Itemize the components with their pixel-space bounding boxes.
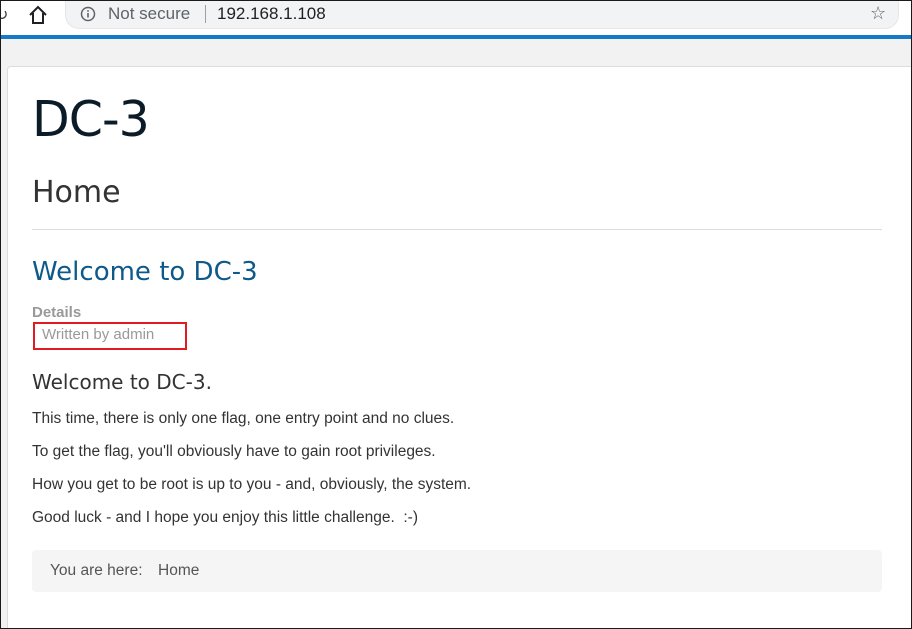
breadcrumb: You are here: Home [32, 550, 882, 592]
article-paragraph: To get the flag, you'll obviously have t… [32, 443, 436, 460]
home-icon[interactable] [27, 5, 49, 25]
address-bar-divider [205, 5, 206, 23]
address-bar[interactable]: Not secure 192.168.1.108 ☆ [65, 1, 899, 29]
article-author: Written by admin [42, 326, 155, 343]
url-text[interactable]: 192.168.1.108 [217, 4, 326, 24]
browser-toolbar: ↻ Not secure 192.168.1.108 ☆ [1, 1, 911, 35]
star-icon[interactable]: ☆ [870, 4, 890, 24]
page-heading: Home [32, 175, 121, 210]
breadcrumb-item-home[interactable]: Home [158, 562, 199, 580]
site-title[interactable]: DC-3 [32, 90, 150, 150]
info-icon[interactable] [80, 6, 96, 22]
article-title[interactable]: Welcome to DC-3 [32, 255, 258, 289]
article-paragraph: How you get to be root is up to you - an… [32, 476, 472, 493]
breadcrumb-label: You are here: [50, 562, 143, 579]
browser-window: ↻ Not secure 192.168.1.108 ☆ DC- [0, 0, 912, 629]
security-status[interactable]: Not secure [108, 4, 190, 24]
article-paragraph: Good luck - and I hope you enjoy this li… [32, 509, 418, 526]
divider [32, 229, 882, 230]
reload-icon[interactable]: ↻ [1, 5, 11, 25]
article-paragraph: This time, there is only one flag, one e… [32, 410, 455, 427]
article-subheading: Welcome to DC-3. [32, 370, 212, 394]
details-label: Details [32, 304, 82, 321]
